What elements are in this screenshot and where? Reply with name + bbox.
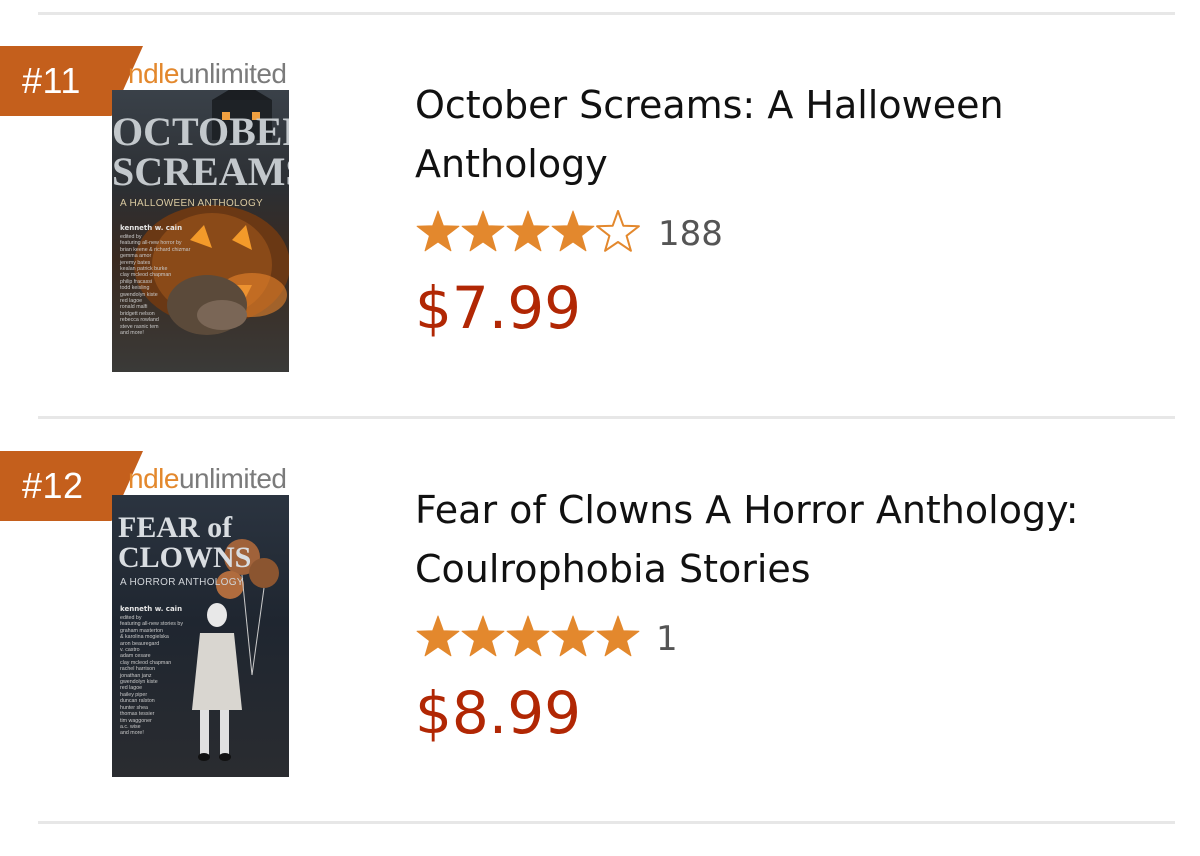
book-cover[interactable]: FEAR of CLOWNS A HORROR ANTHOLOGY kennet… (112, 495, 289, 777)
divider-middle (38, 416, 1175, 419)
kindle-unlimited-logo: ndleunlimited (128, 58, 287, 89)
cover-credits: edited by featuring all-new horror by br… (120, 234, 191, 337)
result-item-11[interactable]: #11 ndleunlimited OCTOBER SCREAMS A HALL… (0, 46, 1200, 451)
cover-editor: kenneth w. cain (120, 224, 183, 232)
cover-subtitle: A HORROR ANTHOLOGY (120, 577, 244, 588)
divider-bottom (38, 821, 1175, 824)
price: $7.99 (415, 274, 582, 342)
price: $8.99 (415, 679, 582, 747)
star-full-icon (416, 210, 460, 252)
star-full-icon (461, 615, 505, 657)
divider-top (38, 12, 1175, 15)
star-full-icon (551, 615, 595, 657)
cover-title: FEAR of CLOWNS (118, 511, 252, 574)
result-item-12[interactable]: #12 ndleunlimited FEAR of CLOWNS A HORRO… (0, 451, 1200, 856)
cover-title: OCTOBER SCREAMS (112, 109, 289, 194)
kindle-unlimited-logo: ndleunlimited (128, 463, 287, 494)
star-full-icon (551, 210, 595, 252)
review-count[interactable]: 188 (658, 214, 723, 254)
cover-credits: edited by featuring all-new stories by g… (120, 615, 184, 737)
book-cover[interactable]: OCTOBER SCREAMS A HALLOWEEN ANTHOLOGY ke… (112, 90, 289, 372)
cover-editor: kenneth w. cain (120, 605, 183, 613)
star-full-icon (506, 210, 550, 252)
rating-stars[interactable] (416, 615, 646, 657)
rating-stars[interactable] (416, 210, 646, 252)
review-count[interactable]: 1 (656, 619, 678, 659)
cover-subtitle: A HALLOWEEN ANTHOLOGY (120, 198, 264, 209)
star-empty-icon (596, 210, 640, 252)
book-title[interactable]: Fear of Clowns A Horror Anthology: Coulr… (415, 481, 1135, 599)
star-full-icon (416, 615, 460, 657)
star-full-icon (596, 615, 640, 657)
star-full-icon (461, 210, 505, 252)
book-title[interactable]: October Screams: A Halloween Anthology (415, 76, 1135, 194)
star-full-icon (506, 615, 550, 657)
